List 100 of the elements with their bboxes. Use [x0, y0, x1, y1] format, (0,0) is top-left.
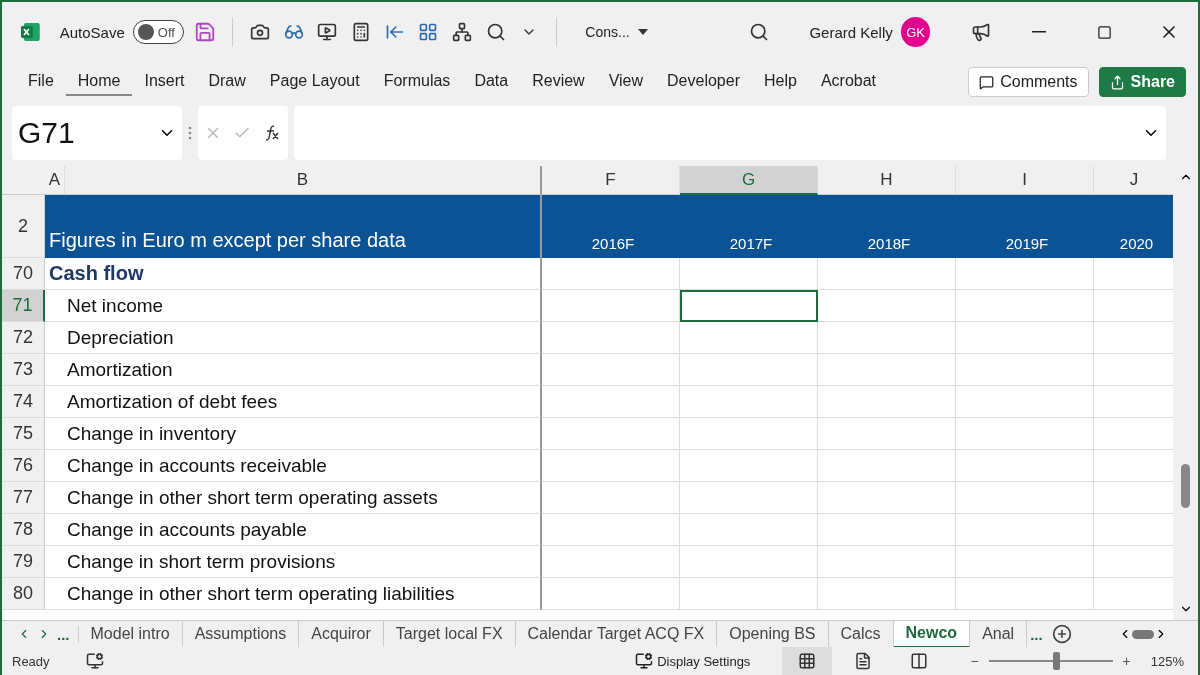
- grid-cell[interactable]: [818, 258, 956, 290]
- ribbon-tab[interactable]: Developer: [655, 68, 752, 96]
- grid-cell[interactable]: [680, 482, 818, 514]
- ribbon-tab[interactable]: File: [16, 68, 66, 96]
- user-avatar[interactable]: GK: [900, 17, 931, 47]
- sheet-tab[interactable]: Newco: [893, 620, 971, 648]
- zoom-slider-thumb[interactable]: [1052, 652, 1060, 670]
- grid-cell[interactable]: [956, 290, 1094, 322]
- zoom-level[interactable]: 125%: [1150, 653, 1184, 669]
- ribbon-tab[interactable]: Formulas: [371, 68, 463, 96]
- row-header[interactable]: 74: [2, 386, 45, 418]
- column-header[interactable]: G: [680, 166, 818, 195]
- grid-cell[interactable]: [680, 546, 818, 578]
- display-settings-button[interactable]: Display Settings: [635, 652, 751, 670]
- ribbon-tab[interactable]: Insert: [132, 68, 197, 96]
- row-header[interactable]: 75: [2, 418, 45, 450]
- grid-cell[interactable]: [680, 386, 818, 418]
- column-header[interactable]: F: [542, 166, 680, 195]
- row-header[interactable]: 2: [2, 195, 45, 258]
- formula-field[interactable]: [294, 106, 1166, 160]
- row-header[interactable]: 72: [2, 322, 45, 354]
- ribbon-tab[interactable]: Data: [462, 68, 521, 96]
- row-header[interactable]: 78: [2, 514, 45, 546]
- grid-cell[interactable]: [818, 546, 956, 578]
- grid-cell[interactable]: [818, 482, 956, 514]
- grid-cell[interactable]: [818, 578, 956, 610]
- zoom-in-button[interactable]: +: [1122, 653, 1131, 669]
- grid-cell[interactable]: [542, 290, 680, 322]
- ribbon-tab[interactable]: Help: [751, 68, 809, 96]
- ribbon-tab[interactable]: View: [596, 68, 656, 96]
- grid-cell[interactable]: [542, 578, 680, 610]
- row-header[interactable]: 73: [2, 354, 45, 386]
- row-header[interactable]: 77: [2, 482, 45, 514]
- grid-cell[interactable]: [680, 578, 818, 610]
- column-header[interactable]: J: [1094, 166, 1173, 195]
- row-header[interactable]: 79: [2, 546, 45, 578]
- normal-view-icon: [798, 652, 817, 670]
- grid-cell[interactable]: [680, 258, 818, 290]
- more-sheets-button[interactable]: ...: [1027, 625, 1046, 643]
- ribbon-tab[interactable]: Draw: [196, 68, 258, 96]
- grid-cell[interactable]: [542, 354, 680, 386]
- name-box[interactable]: G71: [12, 106, 182, 160]
- ribbon-tab[interactable]: Page Layout: [257, 68, 372, 96]
- ribbon-tab[interactable]: Acrobat: [808, 68, 888, 96]
- ribbon-tab[interactable]: Home: [65, 68, 133, 96]
- grid-cell[interactable]: [818, 354, 956, 386]
- grid-cell[interactable]: [542, 322, 680, 354]
- grid-cell[interactable]: [542, 514, 680, 546]
- normal-view-button[interactable]: [782, 647, 833, 675]
- column-header[interactable]: I: [956, 166, 1094, 195]
- add-sheet-icon[interactable]: [1051, 624, 1072, 644]
- grid-cell[interactable]: [680, 322, 818, 354]
- grid-cell[interactable]: [542, 546, 680, 578]
- grid-cell[interactable]: [680, 514, 818, 546]
- share-button[interactable]: Share: [1098, 67, 1186, 97]
- grid-cell[interactable]: [542, 418, 680, 450]
- comments-button[interactable]: Comments: [968, 67, 1089, 97]
- grid-cell[interactable]: [818, 386, 956, 418]
- horizontal-scroll-thumb[interactable]: [1132, 629, 1154, 639]
- status-text: Ready: [12, 653, 50, 669]
- grid-cell[interactable]: [542, 386, 680, 418]
- file-name-menu[interactable]: Cons...: [585, 24, 648, 40]
- grid-cell[interactable]: [680, 354, 818, 386]
- grid-cell[interactable]: [956, 450, 1094, 482]
- grid-cell[interactable]: [956, 514, 1094, 546]
- row-label: Amortization: [45, 354, 542, 386]
- row-header[interactable]: 80: [2, 578, 45, 610]
- grid-cell[interactable]: [956, 546, 1094, 578]
- drag-handle-icon[interactable]: [188, 126, 192, 140]
- grid-cell[interactable]: [956, 482, 1094, 514]
- grid-cell[interactable]: [542, 258, 680, 290]
- row-header[interactable]: 71: [2, 290, 45, 322]
- scrollbar-thumb[interactable]: [1181, 464, 1190, 508]
- grid-cell[interactable]: [818, 322, 956, 354]
- year-label: 2018F: [866, 235, 912, 252]
- grid-cell[interactable]: [818, 290, 956, 322]
- grid-cell[interactable]: [956, 258, 1094, 290]
- grid-cell[interactable]: [542, 482, 680, 514]
- grid-cell[interactable]: [680, 450, 818, 482]
- ribbon-tab[interactable]: Review: [520, 68, 597, 96]
- grid-cell[interactable]: [818, 418, 956, 450]
- more-sheets-button[interactable]: ...: [54, 625, 79, 643]
- grid-cell[interactable]: [956, 354, 1094, 386]
- grid-cell[interactable]: [956, 578, 1094, 610]
- column-header[interactable]: H: [818, 166, 956, 195]
- row-header[interactable]: 70: [2, 258, 45, 290]
- grid-cell[interactable]: [956, 418, 1094, 450]
- zoom-out-button[interactable]: −: [970, 653, 979, 669]
- autosave-toggle[interactable]: Off: [132, 20, 185, 44]
- grid-cell[interactable]: [956, 386, 1094, 418]
- grid-cell[interactable]: [680, 418, 818, 450]
- active-cell[interactable]: [680, 290, 818, 322]
- grid-cell[interactable]: [956, 322, 1094, 354]
- grid-cell[interactable]: [818, 514, 956, 546]
- page-layout-view-icon: [854, 652, 873, 670]
- column-header[interactable]: A: [45, 166, 65, 195]
- grid-cell[interactable]: [542, 450, 680, 482]
- row-header[interactable]: 76: [2, 450, 45, 482]
- grid-cell[interactable]: [818, 450, 956, 482]
- column-header[interactable]: B: [65, 166, 542, 195]
